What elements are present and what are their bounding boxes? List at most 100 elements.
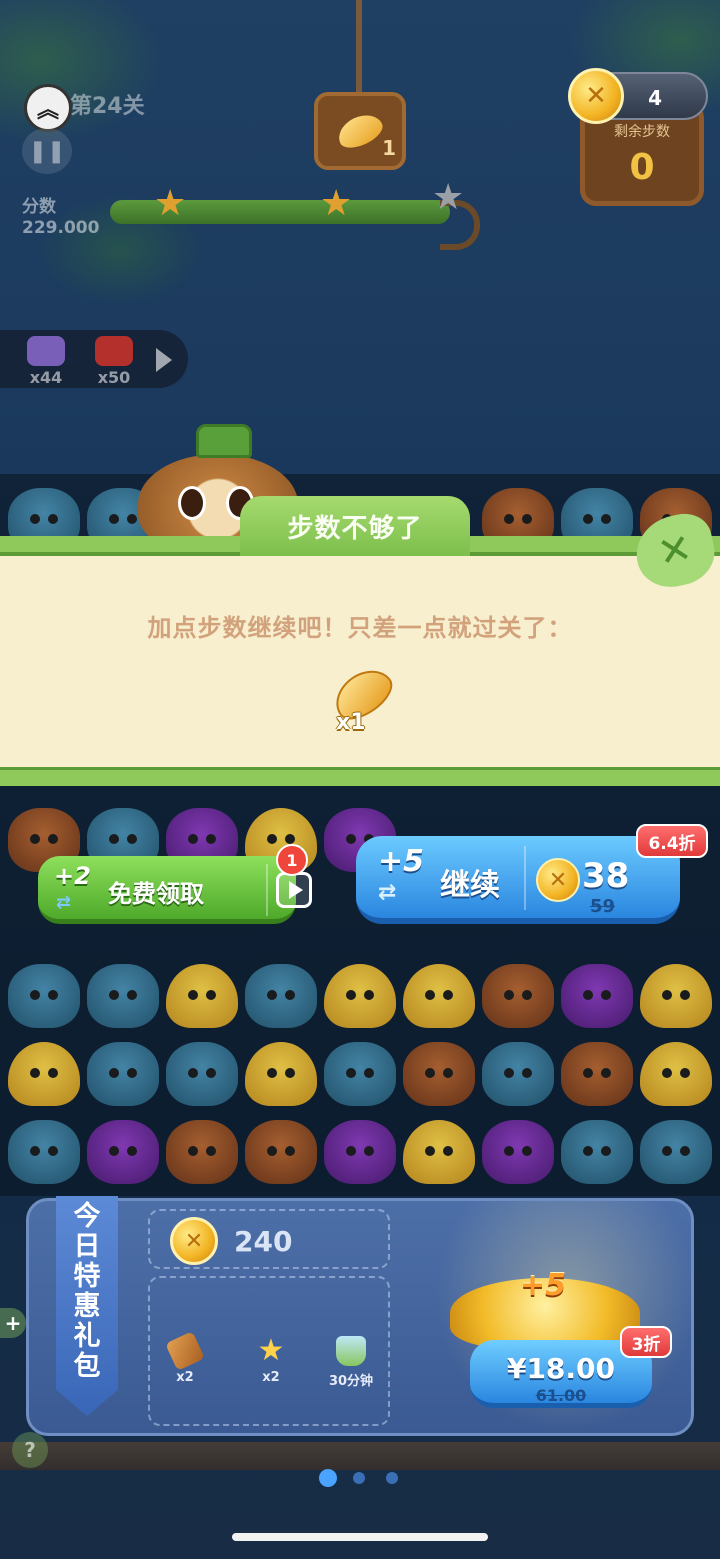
booster-item[interactable]: x50 xyxy=(88,336,140,387)
free-moves-button[interactable]: +2 ⇄ 免费领取 xyxy=(38,856,312,924)
gift-title-char: 日 xyxy=(73,1231,101,1262)
free-moves-amount: +2 xyxy=(54,862,91,890)
target-count: 1 xyxy=(382,136,396,160)
continue-button[interactable]: +5 ⇄ 继续 ✕ 38 59 xyxy=(356,836,680,924)
purple-piece[interactable] xyxy=(482,1120,554,1184)
yellow-piece[interactable] xyxy=(245,1042,317,1106)
brown-piece[interactable] xyxy=(403,1042,475,1106)
purple-piece[interactable] xyxy=(324,1120,396,1184)
gift-coin-value: 240 xyxy=(234,1225,293,1258)
gift-items: x2 ★ x2 30分钟 xyxy=(148,1276,390,1426)
booster-count: x50 xyxy=(97,368,131,387)
target-rope xyxy=(356,0,362,96)
page-dot[interactable] xyxy=(319,1469,337,1487)
free-count-badge: 1 xyxy=(276,844,308,876)
moves-label: 剩余步数 xyxy=(614,124,670,140)
yellow-piece[interactable] xyxy=(403,964,475,1028)
booster-count: x44 xyxy=(29,368,63,387)
continue-discount-tag: 6.4折 xyxy=(636,824,708,858)
swap-arrows-icon: ⇄ xyxy=(378,880,397,905)
blue-piece[interactable] xyxy=(482,1042,554,1106)
yellow-piece[interactable] xyxy=(403,1120,475,1184)
blue-piece[interactable] xyxy=(640,1120,712,1184)
hammer-icon xyxy=(165,1331,205,1371)
free-moves-label: 免费领取 xyxy=(108,880,204,908)
gift-item-label: 30分钟 xyxy=(328,1374,374,1389)
gift-title-char: 惠 xyxy=(73,1291,101,1322)
gift-title-char: 礼 xyxy=(73,1321,101,1352)
video-play-icon xyxy=(276,872,312,908)
brown-piece[interactable] xyxy=(561,1042,633,1106)
swap-arrows-icon: ⇄ xyxy=(56,892,72,913)
blue-piece[interactable] xyxy=(87,964,159,1028)
score-value: 229.000 xyxy=(22,218,100,238)
red-box-icon xyxy=(95,336,133,366)
double-chevron-up-icon: ︽ xyxy=(36,98,59,123)
bottle-icon xyxy=(336,1336,366,1366)
coin-balance[interactable]: ✕ 4 xyxy=(568,68,708,124)
brown-piece[interactable] xyxy=(166,1120,238,1184)
brown-piece[interactable] xyxy=(482,964,554,1028)
score-label: 分数 xyxy=(22,197,56,217)
pause-button[interactable]: ❚❚ xyxy=(22,128,72,174)
yellow-piece[interactable] xyxy=(166,964,238,1028)
help-button[interactable]: ? xyxy=(12,1432,48,1468)
gift-title-char: 特 xyxy=(73,1261,101,1292)
blue-piece[interactable] xyxy=(87,1042,159,1106)
gift-item-label: x2 xyxy=(262,1370,280,1385)
play-arrow-icon[interactable] xyxy=(156,348,172,372)
pause-icon: ❚❚ xyxy=(28,138,66,164)
continue-moves-amount: +5 xyxy=(378,844,425,879)
home-indicator[interactable] xyxy=(232,1533,488,1541)
vine-decoration xyxy=(0,1442,720,1470)
add-icon[interactable]: + xyxy=(0,1308,26,1338)
gift-item: x2 xyxy=(150,1331,220,1385)
required-item-count: x1 xyxy=(336,710,366,735)
blue-piece[interactable] xyxy=(8,1120,80,1184)
gift-item: 30分钟 xyxy=(316,1336,386,1389)
gift-pack-title: 今 日 特 惠 礼 包 xyxy=(56,1196,118,1416)
yellow-piece[interactable] xyxy=(640,964,712,1028)
coin-icon: ✕ xyxy=(170,1217,218,1265)
blue-piece[interactable] xyxy=(324,1042,396,1106)
coin-balance-value: 4 xyxy=(648,86,662,110)
continue-price: 38 xyxy=(582,856,630,896)
gift-old-price: 61.00 xyxy=(535,1386,587,1405)
booster-tray: x44 x50 xyxy=(0,330,188,388)
level-target: 1 xyxy=(314,92,406,170)
gift-bonus-moves: +5 xyxy=(520,1268,567,1303)
page-dot[interactable] xyxy=(386,1472,398,1484)
collapse-button[interactable]: ︽ xyxy=(24,84,72,132)
close-icon: ✕ xyxy=(653,525,697,577)
purple-piece[interactable] xyxy=(87,1120,159,1184)
yellow-piece[interactable] xyxy=(8,1042,80,1106)
purple-box-icon xyxy=(27,336,65,366)
yellow-piece[interactable] xyxy=(324,964,396,1028)
yellow-piece[interactable] xyxy=(640,1042,712,1106)
dialog-title: 步数不够了 xyxy=(287,513,423,544)
booster-item[interactable]: x44 xyxy=(20,336,72,387)
continue-label: 继续 xyxy=(440,868,500,903)
page-dot[interactable] xyxy=(353,1472,365,1484)
brown-piece[interactable] xyxy=(245,1120,317,1184)
star-icon: ★ xyxy=(320,183,353,224)
blue-piece[interactable] xyxy=(8,964,80,1028)
dialog-title-tab: 步数不够了 xyxy=(240,496,470,556)
gift-item: ★ x2 xyxy=(236,1336,306,1386)
blue-piece[interactable] xyxy=(561,1120,633,1184)
gift-coins: ✕ 240 xyxy=(148,1209,390,1269)
gift-title-char: 今 xyxy=(73,1201,101,1232)
dialog-message: 加点步数继续吧！只差一点就过关了： xyxy=(147,614,573,642)
blue-piece[interactable] xyxy=(166,1042,238,1106)
bean-icon xyxy=(333,108,387,154)
coin-icon: ✕ xyxy=(536,858,580,902)
blue-piece[interactable] xyxy=(245,964,317,1028)
continue-old-price: 59 xyxy=(590,896,616,917)
star-icon: ★ xyxy=(432,177,465,218)
star-icon: ★ xyxy=(154,183,187,224)
level-label: 第24关 xyxy=(70,94,145,119)
purple-piece[interactable] xyxy=(561,964,633,1028)
required-item: x1 xyxy=(324,659,404,750)
gift-item-label: x2 xyxy=(176,1370,194,1385)
hat-icon xyxy=(196,424,252,458)
